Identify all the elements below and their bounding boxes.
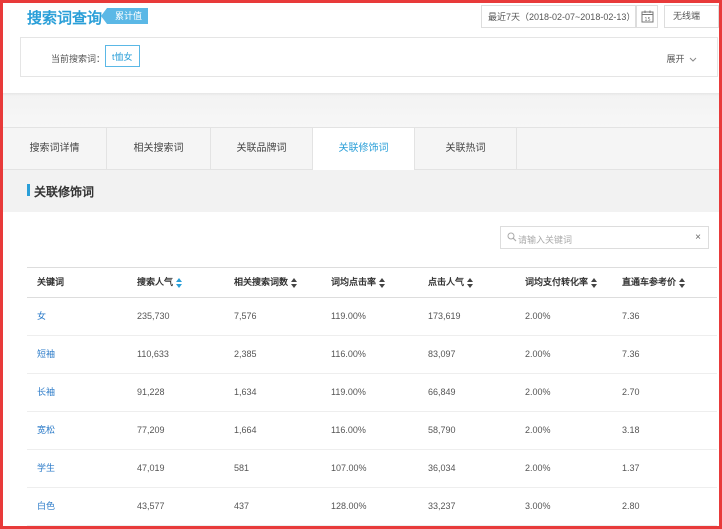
col-search-popularity-label: 搜索人气	[137, 277, 174, 287]
cell-click-popularity: 58,790	[428, 425, 456, 435]
sort-icon	[591, 277, 598, 288]
search-icon	[507, 232, 517, 242]
cell-related-term-count: 1,634	[234, 387, 257, 397]
tab-related-modifier-terms[interactable]: 关联修饰词	[313, 128, 415, 170]
cell-avg-conversion: 2.00%	[525, 425, 551, 435]
cell-search-popularity: 110,633	[137, 349, 169, 359]
cell-search-popularity: 91,228	[137, 387, 165, 397]
cell-avg-conversion: 2.00%	[525, 387, 551, 397]
col-related-term-count-label: 相关搜索词数	[234, 277, 289, 287]
cell-click-popularity: 83,097	[428, 349, 456, 359]
cell-ztc-price: 2.70	[622, 387, 640, 397]
cell-avg-ctr: 116.00%	[331, 349, 366, 359]
calendar-button[interactable]: 15	[636, 5, 658, 28]
col-avg-ctr[interactable]: 词均点击率	[331, 268, 386, 297]
section-header: 关联修饰词	[3, 170, 719, 212]
keyword-link[interactable]: 长袖	[37, 374, 55, 411]
col-click-popularity[interactable]: 点击人气	[428, 268, 474, 297]
tab-bar: 搜索词详情 相关搜索词 关联品牌词 关联修饰词 关联热词	[3, 127, 719, 170]
cell-related-term-count: 1,664	[234, 425, 257, 435]
table-row: 白色 43,577 437 128.00% 33,237 3.00% 2.80	[27, 488, 717, 526]
table-body: 女 235,730 7,576 119.00% 173,619 2.00% 7.…	[27, 298, 717, 526]
section-title: 关联修饰词	[34, 185, 95, 199]
table-header: 关键词 搜索人气 相关搜索词数 词均点击率 点击人气 词均支付转化率 直通车参考…	[27, 267, 717, 298]
cell-avg-ctr: 119.00%	[331, 311, 366, 321]
cell-search-popularity: 47,019	[137, 463, 165, 473]
cell-ztc-price: 3.18	[622, 425, 640, 435]
search-placeholder: 请输入关键词	[518, 235, 573, 245]
col-related-term-count[interactable]: 相关搜索词数	[234, 268, 298, 297]
expand-toggle[interactable]: 展开	[666, 52, 697, 65]
cell-ztc-price: 1.37	[622, 463, 640, 473]
cell-related-term-count: 2,385	[234, 349, 257, 359]
cell-search-popularity: 77,209	[137, 425, 165, 435]
cell-click-popularity: 66,849	[428, 387, 456, 397]
keyword-link[interactable]: 学生	[37, 450, 55, 487]
cell-avg-ctr: 119.00%	[331, 387, 366, 397]
col-click-popularity-label: 点击人气	[428, 277, 465, 287]
cell-avg-conversion: 2.00%	[525, 311, 551, 321]
tab-related-brand-terms[interactable]: 关联品牌词	[211, 128, 313, 169]
sort-icon	[379, 277, 386, 288]
keyword-link[interactable]: 女	[37, 298, 46, 335]
table-row: 学生 47,019 581 107.00% 36,034 2.00% 1.37	[27, 450, 717, 488]
current-term-panel: 当前搜索词： t恤女 展开	[20, 37, 718, 77]
cell-search-popularity: 235,730	[137, 311, 170, 321]
chevron-down-icon	[689, 57, 697, 62]
cell-related-term-count: 437	[234, 501, 250, 511]
cell-search-popularity: 43,577	[137, 501, 165, 511]
calendar-icon: 15	[641, 10, 653, 23]
cell-click-popularity: 173,619	[428, 311, 461, 321]
col-keyword-label: 关键词	[37, 277, 65, 287]
table-row: 长袖 91,228 1,634 119.00% 66,849 2.00% 2.7…	[27, 374, 717, 412]
col-ztc-price-label: 直通车参考价	[622, 277, 677, 287]
sort-icon	[679, 277, 686, 288]
date-range-selector[interactable]: 最近7天（2018-02-07~2018-02-13）	[481, 5, 636, 28]
cell-avg-ctr: 128.00%	[331, 501, 367, 511]
keyword-link[interactable]: 白色	[37, 488, 55, 525]
keyword-link[interactable]: 宽松	[37, 412, 55, 449]
keyword-search-input[interactable]: 请输入关键词 ×	[500, 226, 709, 249]
page-title: 搜索词查询	[27, 10, 103, 27]
cell-ztc-price: 7.36	[622, 311, 640, 321]
cell-click-popularity: 33,237	[428, 501, 456, 511]
table-row: 宽松 77,209 1,664 116.00% 58,790 2.00% 3.1…	[27, 412, 717, 450]
col-search-popularity[interactable]: 搜索人气	[137, 268, 183, 297]
cell-click-popularity: 36,034	[428, 463, 456, 473]
table-row: 短袖 110,633 2,385 116.00% 83,097 2.00% 7.…	[27, 336, 717, 374]
device-label: 无线端	[673, 11, 701, 21]
cell-related-term-count: 581	[234, 463, 250, 473]
cell-related-term-count: 7,576	[234, 311, 257, 321]
calendar-day: 15	[644, 17, 650, 23]
keyword-link[interactable]: 短袖	[37, 336, 55, 373]
col-avg-ctr-label: 词均点击率	[331, 277, 377, 287]
table-row: 女 235,730 7,576 119.00% 173,619 2.00% 7.…	[27, 298, 717, 336]
col-avg-conversion[interactable]: 词均支付转化率	[525, 268, 598, 297]
cell-avg-conversion: 3.00%	[525, 501, 551, 511]
tab-related-hot-terms[interactable]: 关联热词	[415, 128, 517, 169]
cell-avg-ctr: 107.00%	[331, 463, 367, 473]
expand-label: 展开	[666, 54, 685, 64]
col-ztc-price[interactable]: 直通车参考价	[622, 268, 686, 297]
tab-related-search-terms[interactable]: 相关搜索词	[107, 128, 211, 169]
device-selector[interactable]: 无线端	[664, 5, 719, 28]
cell-ztc-price: 2.80	[622, 501, 640, 511]
cumulative-badge: 累计值	[100, 8, 149, 24]
sort-icon	[176, 277, 183, 288]
clear-search-button[interactable]: ×	[695, 232, 701, 243]
tab-search-term-detail[interactable]: 搜索词详情	[3, 128, 107, 169]
section-accent-bar	[27, 184, 30, 196]
current-term-label: 当前搜索词：	[51, 54, 106, 64]
col-avg-conversion-label: 词均支付转化率	[525, 277, 589, 287]
screenshot-frame: 搜索词查询 累计值 最近7天（2018-02-07~2018-02-13） 15…	[0, 0, 722, 529]
sort-icon	[291, 277, 298, 288]
current-term-tag[interactable]: t恤女	[105, 45, 140, 67]
cell-avg-ctr: 116.00%	[331, 425, 366, 435]
cell-avg-conversion: 2.00%	[525, 463, 551, 473]
cell-avg-conversion: 2.00%	[525, 349, 551, 359]
col-keyword: 关键词	[37, 268, 64, 297]
section-divider	[3, 93, 719, 127]
sort-icon	[467, 277, 474, 288]
cell-ztc-price: 7.36	[622, 349, 640, 359]
